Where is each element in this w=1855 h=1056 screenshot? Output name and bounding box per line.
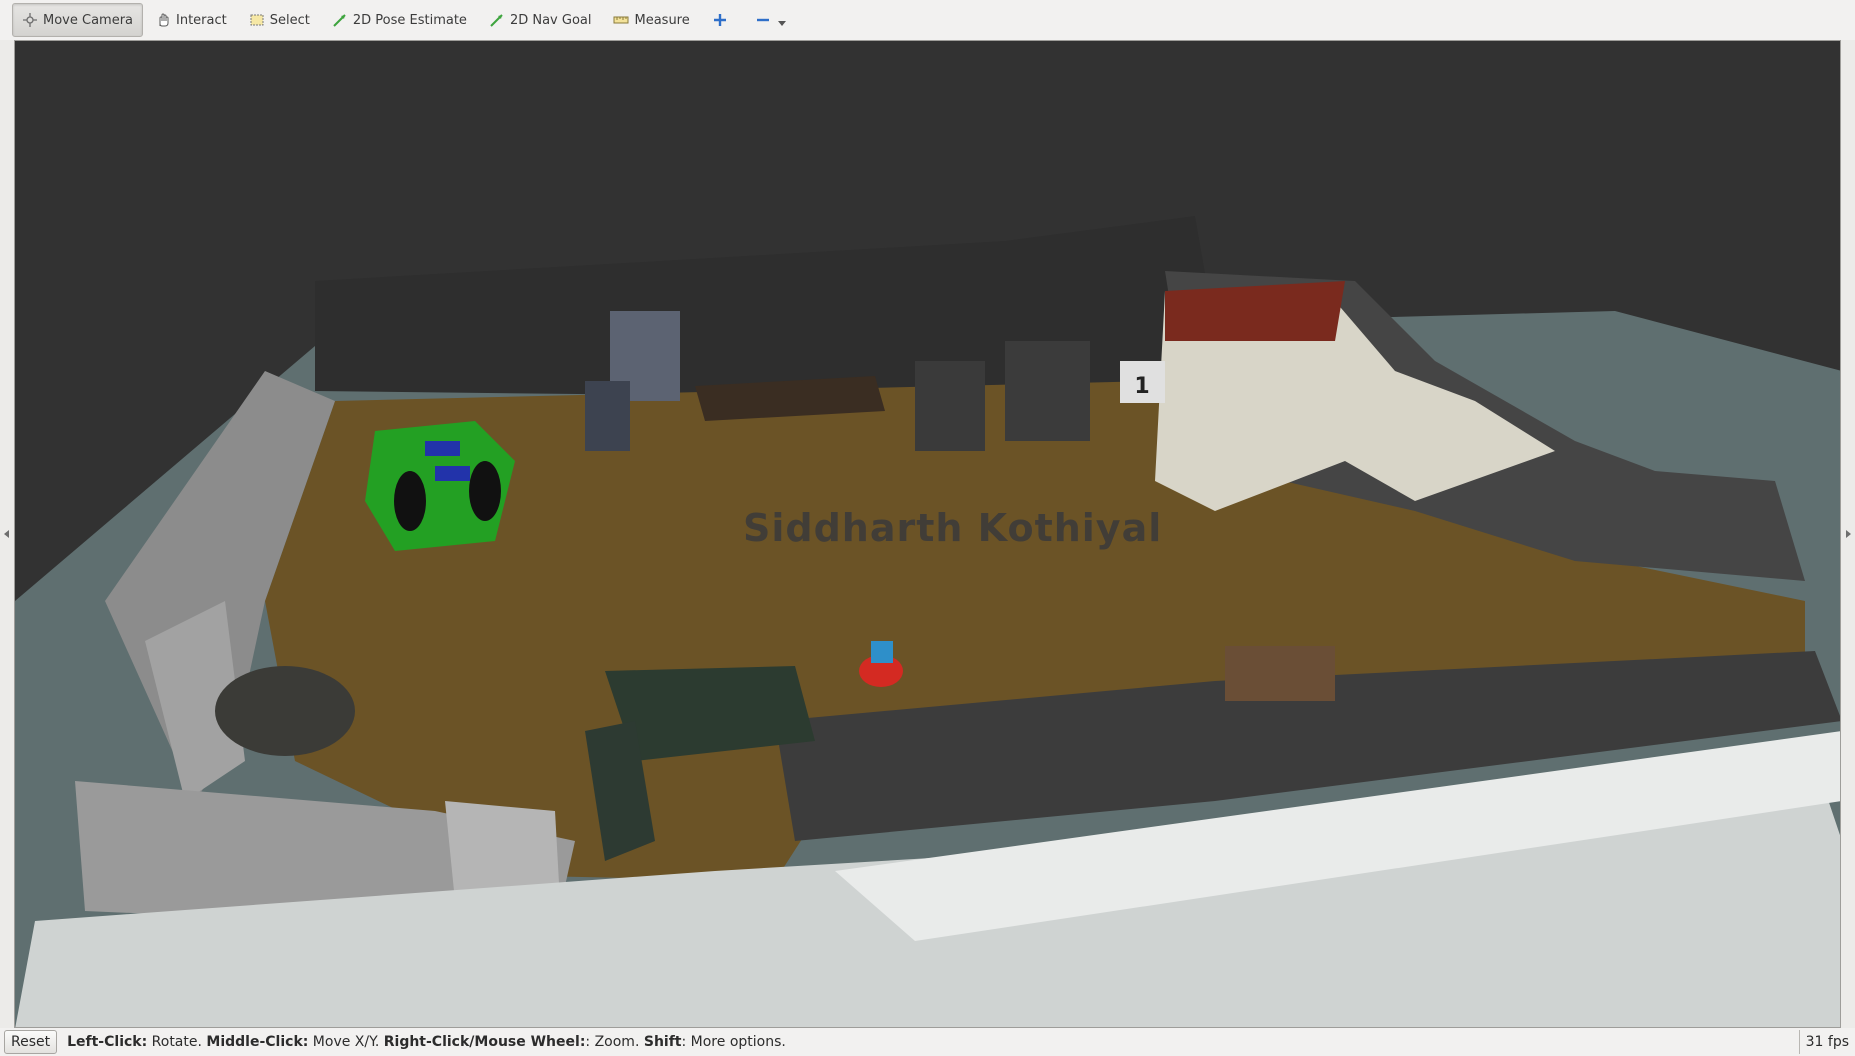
remove-tool-button[interactable] <box>745 3 796 37</box>
reset-button[interactable]: Reset <box>4 1030 58 1054</box>
status-bar: Reset Left-Click: Rotate. Middle-Click: … <box>0 1028 1855 1056</box>
interact-tool[interactable]: Interact <box>145 3 237 37</box>
green-arrow-icon <box>332 12 348 28</box>
move-camera-tool[interactable]: Move Camera <box>12 3 144 37</box>
green-arrow-icon <box>489 12 505 28</box>
tools-toolbar: Move Camera Interact Select 2D Pose Esti… <box>0 0 1855 40</box>
mouse-hint-text: Left-Click: Rotate. Middle-Click: Move X… <box>67 1034 786 1050</box>
select-tool[interactable]: Select <box>239 3 320 37</box>
move-camera-icon <box>22 12 38 28</box>
collapse-right-icon <box>1846 530 1851 538</box>
add-tool-button[interactable] <box>702 3 743 37</box>
render-viewport[interactable]: 1 Siddharth Kothiyal <box>14 40 1841 1028</box>
nav-goal-tool[interactable]: 2D Nav Goal <box>479 3 602 37</box>
overlay-text: Siddharth Kothiyal <box>743 506 1163 550</box>
minus-icon <box>755 12 771 28</box>
collapse-left-icon <box>4 530 9 538</box>
select-label: Select <box>269 12 310 28</box>
svg-text:1: 1 <box>1134 374 1149 399</box>
select-box-icon <box>249 12 265 28</box>
ruler-icon <box>613 12 629 28</box>
hand-icon <box>155 12 171 28</box>
measure-tool[interactable]: Measure <box>603 3 699 37</box>
pose-estimate-label: 2D Pose Estimate <box>352 12 467 28</box>
measure-label: Measure <box>634 12 690 28</box>
right-panel-handle[interactable] <box>1841 40 1855 1028</box>
fps-counter: 31 fps <box>1798 1030 1855 1054</box>
left-panel-handle[interactable] <box>0 40 14 1028</box>
chevron-down-icon[interactable] <box>777 20 786 26</box>
move-camera-label: Move Camera <box>43 12 134 28</box>
plus-icon <box>712 12 728 28</box>
pose-estimate-tool[interactable]: 2D Pose Estimate <box>322 3 477 37</box>
interact-label: Interact <box>176 12 227 28</box>
nav-goal-label: 2D Nav Goal <box>509 12 592 28</box>
